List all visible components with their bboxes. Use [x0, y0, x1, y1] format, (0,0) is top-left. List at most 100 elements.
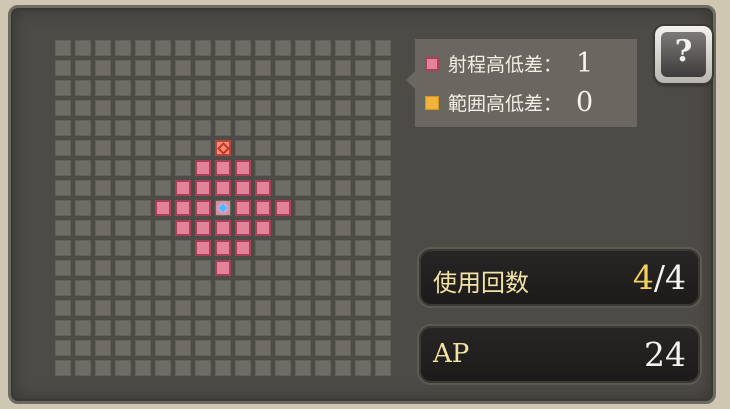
grid-cell [75, 160, 91, 176]
grid-cell [195, 80, 211, 96]
range-cell [175, 180, 191, 196]
grid-cell [75, 60, 91, 76]
grid-cell [355, 300, 371, 316]
grid-cell [75, 100, 91, 116]
grid-cell [255, 120, 271, 136]
grid-cell [255, 340, 271, 356]
grid-cell [315, 120, 331, 136]
range-cell [195, 160, 211, 176]
grid-cell [295, 180, 311, 196]
legend-area-height: 範囲高低差： 0 [425, 87, 593, 118]
ap-value: 24 [644, 335, 686, 374]
grid-cell [355, 260, 371, 276]
range-cell [195, 180, 211, 196]
grid-cell [315, 60, 331, 76]
grid-cell [135, 180, 151, 196]
range-cell [255, 180, 271, 196]
grid-cell [375, 100, 391, 116]
grid-cell [95, 320, 111, 336]
grid-cell [355, 60, 371, 76]
grid-cell [55, 340, 71, 356]
grid-cell [155, 100, 171, 116]
grid-cell [315, 220, 331, 236]
grid-cell [75, 320, 91, 336]
grid-cell [355, 100, 371, 116]
grid-cell [195, 360, 211, 376]
grid-cell [175, 260, 191, 276]
grid-cell [215, 340, 231, 356]
grid-cell [135, 160, 151, 176]
grid-cell [115, 300, 131, 316]
grid-cell [275, 60, 291, 76]
grid-cell [275, 80, 291, 96]
grid-cell [315, 280, 331, 296]
grid-cell [275, 180, 291, 196]
grid-cell [175, 40, 191, 56]
uses-counter: 使用回数 4/4 [419, 249, 700, 306]
grid-cell [275, 300, 291, 316]
grid-cell [135, 340, 151, 356]
grid-cell [95, 340, 111, 356]
grid-cell [315, 240, 331, 256]
grid-cell [135, 240, 151, 256]
grid-cell [235, 120, 251, 136]
grid-cell [235, 300, 251, 316]
grid-cell [95, 180, 111, 196]
grid-cell [75, 120, 91, 136]
grid-cell [215, 100, 231, 116]
grid-cell [295, 140, 311, 156]
grid-cell [115, 120, 131, 136]
grid-cell [235, 40, 251, 56]
grid-cell [155, 180, 171, 196]
grid-cell [115, 160, 131, 176]
grid-cell [375, 140, 391, 156]
grid-cell [275, 140, 291, 156]
grid-cell [115, 360, 131, 376]
grid-cell [175, 320, 191, 336]
grid-cell [335, 80, 351, 96]
grid-cell [355, 240, 371, 256]
height-legend: 射程高低差： 1 範囲高低差： 0 [406, 39, 637, 127]
grid-cell [375, 260, 391, 276]
ap-cost: AP 24 [419, 326, 700, 383]
help-button[interactable]: ? [655, 26, 712, 83]
unit-position-cell [215, 200, 231, 216]
grid-cell [95, 200, 111, 216]
grid-cell [335, 240, 351, 256]
range-cell [175, 200, 191, 216]
grid-cell [115, 100, 131, 116]
range-cell [195, 200, 211, 216]
grid-cell [75, 80, 91, 96]
grid-cell [55, 220, 71, 236]
grid-cell [215, 320, 231, 336]
grid-cell [335, 200, 351, 216]
grid-cell [115, 280, 131, 296]
grid-cell [255, 40, 271, 56]
grid-cell [295, 260, 311, 276]
grid-cell [295, 280, 311, 296]
grid-cell [75, 300, 91, 316]
grid-cell [315, 80, 331, 96]
grid-cell [175, 120, 191, 136]
grid-cell [295, 340, 311, 356]
grid-cell [255, 80, 271, 96]
grid-cell [115, 320, 131, 336]
range-cell [195, 220, 211, 236]
grid-cell [335, 300, 351, 316]
grid-cell [295, 120, 311, 136]
grid-cell [55, 40, 71, 56]
range-cell [175, 220, 191, 236]
grid-cell [335, 160, 351, 176]
grid-cell [115, 40, 131, 56]
grid-cell [115, 340, 131, 356]
grid-cell [195, 260, 211, 276]
grid-cell [235, 140, 251, 156]
grid-cell [75, 200, 91, 216]
grid-cell [155, 40, 171, 56]
grid-cell [75, 180, 91, 196]
grid-cell [155, 160, 171, 176]
grid-cell [55, 260, 71, 276]
grid-cell [375, 360, 391, 376]
grid-cell [175, 340, 191, 356]
range-cell [215, 260, 231, 276]
